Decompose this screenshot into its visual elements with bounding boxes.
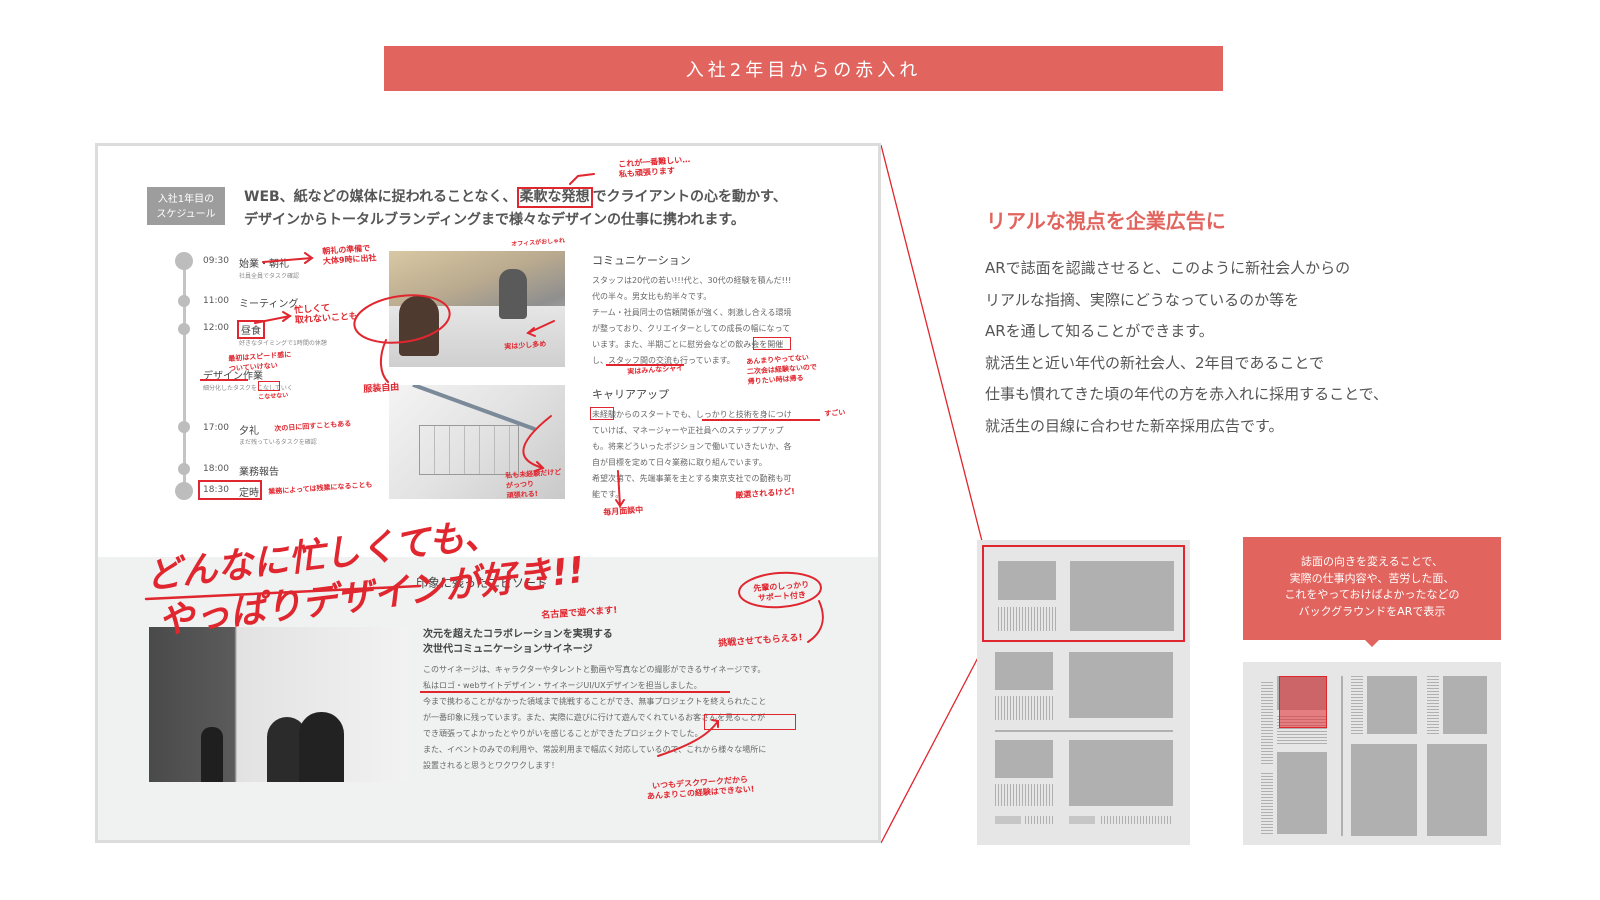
callout-line: 実際の仕事内容や、苦労した面、 (1289, 571, 1455, 585)
description-line: 就活生の目線に合わせた新卒採用広告です。 (985, 416, 1284, 435)
thumb-text (1261, 772, 1273, 834)
thumb-block (1277, 752, 1327, 834)
thumb-text (1025, 816, 1055, 824)
thumbnail-highlight (982, 545, 1185, 642)
rotated-page-thumbnail (1243, 662, 1501, 845)
thumb-text (995, 784, 1053, 806)
magazine-page-zoom: 入社1年目の スケジュール WEB、紙などの媒体に捉われることなく、 柔軟な発想で… (95, 143, 881, 843)
thumb-text (1351, 676, 1363, 734)
annotation-note: 私も未経験だけど がっつり 頑張れる! (505, 468, 562, 500)
callout-line: バックグラウンドをARで表示 (1298, 604, 1446, 618)
thumb-text (1261, 682, 1273, 764)
thumb-text (1101, 816, 1171, 824)
thumb-block (1443, 676, 1487, 734)
callout-line: これをやっておけばよかったなどの (1284, 588, 1460, 601)
annotation-note: すごい (824, 408, 846, 418)
thumb-block (1069, 740, 1173, 806)
ar-callout: 誌面の向きを変えることで、 実際の仕事内容や、苦労した面、 これをやっておけばよ… (1243, 537, 1501, 640)
callout-tip (1364, 639, 1380, 647)
annotation-note: 朝礼の準備で 大体9時に出社 (322, 243, 377, 266)
thumb-divider (995, 730, 1173, 732)
callout-line: 誌面の向きを変えることで、 (1301, 555, 1443, 568)
right-description: ARで誌面を認識させると、このように新社会人からの リアルな指摘、実際にどうなっ… (985, 253, 1388, 442)
thumb-text (998, 607, 1056, 631)
annotation-note: あんまりやってない 二次会は経験ないので 帰りたい時は帰る (746, 353, 818, 386)
description-line: 仕事も慣れてきた頃の年代の方を赤入れに採用することで、 (985, 385, 1389, 403)
ar-overlay-red (1279, 676, 1327, 728)
description-line: ARを通して知ることができます。 (985, 322, 1214, 340)
thumb-block (1069, 816, 1095, 824)
thumb-block (1367, 676, 1417, 734)
thumb-block (1351, 744, 1417, 836)
thumb-block (1069, 652, 1173, 718)
thumb-block (1070, 561, 1174, 631)
thumb-block (995, 740, 1053, 778)
thumb-block (995, 816, 1021, 824)
description-line: ARで誌面を認識させると、このように新社会人からの (985, 259, 1351, 277)
thumb-block (1427, 744, 1487, 836)
description-line: 就活生と近い年代の新社会人、2年目であることで (985, 353, 1324, 372)
description-line: リアルな指摘、実際にどうなっているのか等を (985, 290, 1300, 309)
annotation-note: 先輩のしっかり サポート付き (753, 580, 810, 603)
portrait-page-thumbnail (977, 540, 1190, 845)
right-title: リアルな視点を企業広告に (986, 209, 1226, 233)
thumb-text (995, 696, 1053, 720)
annotation-note: こなせない (258, 391, 289, 401)
thumb-divider (1341, 676, 1343, 836)
thumb-block (995, 652, 1053, 690)
thumb-block (998, 561, 1056, 600)
thumb-text (1427, 676, 1439, 734)
